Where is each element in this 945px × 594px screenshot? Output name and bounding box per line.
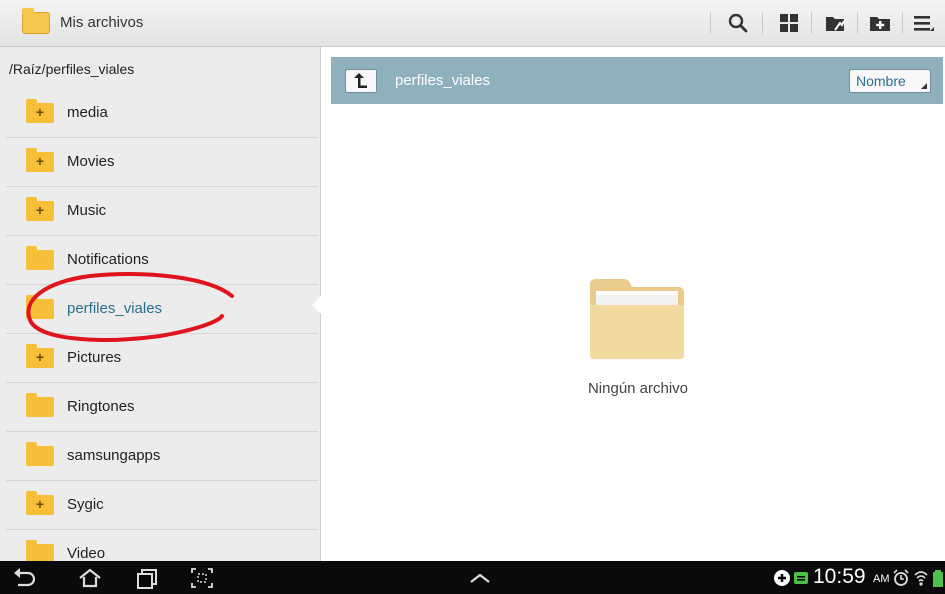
folder-label: Notifications bbox=[67, 251, 149, 268]
grid-view-icon[interactable] bbox=[775, 9, 803, 37]
sort-dropdown[interactable]: Nombre bbox=[849, 69, 931, 93]
folder-header-bar: perfiles_viales Nombre bbox=[331, 57, 943, 104]
wifi-icon bbox=[914, 571, 928, 586]
folder-label: Pictures bbox=[67, 349, 122, 366]
menu-icon[interactable] bbox=[910, 9, 938, 37]
status-ampm: AM bbox=[873, 573, 890, 585]
expand-plus-icon: + bbox=[35, 349, 45, 365]
breadcrumb-path: /Raíz/perfiles_viales bbox=[9, 61, 135, 77]
folder-icon bbox=[26, 295, 54, 319]
folder-item-ringtones[interactable]: Ringtones bbox=[6, 382, 318, 431]
toolbar-divider bbox=[811, 12, 812, 34]
system-navigation-bar: 10:59 AM bbox=[0, 561, 945, 594]
folder-item-perfiles-viales[interactable]: perfiles_viales bbox=[6, 284, 318, 333]
search-icon[interactable] bbox=[724, 9, 752, 37]
folder-label: samsungapps bbox=[67, 447, 161, 464]
folder-item-sygic[interactable]: + Sygic bbox=[6, 480, 318, 529]
expand-plus-icon: + bbox=[35, 104, 45, 120]
message-notification-icon bbox=[794, 572, 808, 584]
folder-content-panel: perfiles_viales Nombre Ningún archivo bbox=[321, 47, 945, 561]
folder-item-notifications[interactable]: Notifications bbox=[6, 235, 318, 284]
folder-item-media[interactable]: + media bbox=[6, 89, 318, 137]
up-arrow-icon bbox=[354, 73, 367, 88]
folder-label: Music bbox=[67, 202, 107, 219]
notification-app-icon bbox=[774, 570, 790, 586]
back-icon[interactable] bbox=[12, 567, 36, 589]
expand-plus-icon: + bbox=[35, 496, 45, 512]
folder-label: Video bbox=[67, 545, 106, 562]
toolbar-divider bbox=[762, 12, 763, 34]
folder-label: Sygic bbox=[67, 496, 104, 513]
up-folder-button[interactable] bbox=[345, 69, 377, 93]
folder-icon bbox=[26, 442, 54, 466]
toolbar-divider bbox=[857, 12, 858, 34]
folder-sidebar: /Raíz/perfiles_viales + media + Movies +… bbox=[0, 47, 321, 564]
toolbar-divider bbox=[710, 12, 711, 34]
folder-item-samsungapps[interactable]: samsungapps bbox=[6, 431, 318, 480]
expand-plus-icon: + bbox=[35, 202, 45, 218]
toolbar-divider bbox=[902, 12, 903, 34]
status-time: 10:59 bbox=[813, 565, 866, 588]
app-tray-up-icon[interactable] bbox=[468, 567, 492, 589]
screenshot-icon[interactable] bbox=[190, 567, 214, 589]
folder-icon bbox=[26, 393, 54, 417]
empty-folder-icon bbox=[590, 279, 684, 359]
recent-apps-icon[interactable] bbox=[136, 567, 160, 589]
app-title: Mis archivos bbox=[60, 14, 144, 31]
expand-plus-icon: + bbox=[35, 153, 45, 169]
alarm-icon bbox=[893, 569, 909, 586]
move-folder-icon[interactable] bbox=[822, 9, 850, 37]
folder-icon bbox=[26, 246, 54, 270]
battery-icon bbox=[933, 570, 943, 587]
folder-icon: + bbox=[26, 148, 54, 172]
folder-icon: + bbox=[26, 491, 54, 515]
folder-icon: + bbox=[26, 344, 54, 368]
my-files-app-icon bbox=[22, 8, 50, 34]
empty-folder-message: Ningún archivo bbox=[587, 380, 689, 397]
folder-icon: + bbox=[26, 197, 54, 221]
folder-label: perfiles_viales bbox=[67, 300, 163, 317]
folder-label: Ringtones bbox=[67, 398, 135, 415]
folder-item-music[interactable]: + Music bbox=[6, 186, 318, 235]
folder-icon: + bbox=[26, 99, 54, 123]
new-folder-icon[interactable] bbox=[866, 9, 894, 37]
current-folder-title: perfiles_viales bbox=[395, 72, 491, 89]
home-icon[interactable] bbox=[78, 567, 102, 589]
folder-label: Movies bbox=[67, 153, 115, 170]
folder-item-pictures[interactable]: + Pictures bbox=[6, 333, 318, 382]
folder-list: + media + Movies + Music Notifications p… bbox=[6, 89, 318, 578]
folder-item-movies[interactable]: + Movies bbox=[6, 137, 318, 186]
folder-label: media bbox=[67, 104, 108, 121]
action-bar: Mis archivos bbox=[0, 0, 945, 47]
